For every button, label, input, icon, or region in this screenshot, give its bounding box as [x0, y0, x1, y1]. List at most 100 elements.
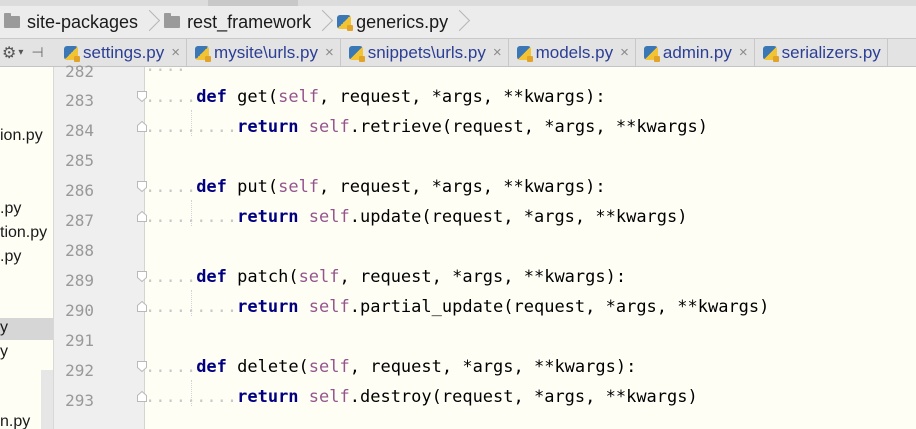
tab-snippets-urls[interactable]: snippets\urls.py × [341, 39, 509, 66]
tab-label: models.py [535, 42, 614, 62]
indent-guide [190, 380, 192, 406]
self-token: self [278, 177, 320, 197]
line-number: 288 [65, 241, 94, 260]
python-file-icon [64, 45, 80, 62]
tab-label: snippets\urls.py [367, 42, 486, 62]
chevron-down-icon[interactable]: ▾ [18, 47, 23, 58]
self-token: self [308, 357, 350, 377]
line-number: 293 [65, 391, 94, 410]
tab-label: serializers.py [781, 42, 881, 62]
tab-label: admin.py [662, 42, 732, 62]
close-icon[interactable]: × [171, 44, 180, 61]
python-file-icon [643, 45, 660, 62]
code-token: delete( [226, 357, 309, 377]
code-line: .....def patch(self, request, *args, **k… [145, 262, 626, 292]
breadcrumb-item-rest-framework[interactable]: rest_framework [160, 6, 333, 38]
editor-tab-bar: ⚙ ▾ ⊣ settings.py × mysite\urls.py × sni… [0, 39, 916, 67]
line-number-gutter: 282 283 284 285 286 287 288 289 290 291 292 293 [54, 64, 147, 429]
collapse-icon[interactable]: ⊣ [31, 44, 43, 61]
python-file-icon [348, 45, 365, 62]
indent-guide [190, 200, 192, 226]
code-line: ....""" [145, 67, 217, 81]
close-icon[interactable]: × [739, 44, 748, 61]
code-token: .update(request, *args, **kwargs) [349, 207, 688, 227]
code-editor[interactable]: ....""" .....def get(self, request, *arg… [145, 67, 916, 429]
breadcrumb-item-site-packages[interactable]: site-packages [0, 6, 160, 38]
folder-icon [4, 13, 20, 28]
line-number: 286 [65, 181, 94, 200]
indent-guide [190, 110, 192, 136]
tab-serializers[interactable]: serializers.py [755, 39, 888, 66]
keyword-token: return [237, 387, 299, 407]
project-tree-item[interactable]: .py [0, 200, 53, 218]
keyword-token: return [237, 297, 299, 317]
self-token: self [278, 87, 320, 107]
close-icon[interactable]: × [620, 44, 629, 61]
tab-models[interactable]: models.py × [509, 39, 636, 66]
code-token: , request, *args, **kwargs): [349, 357, 637, 377]
whitespace-dots: ..... [145, 357, 197, 377]
gear-icon[interactable]: ⚙ [2, 43, 16, 63]
project-tree-item[interactable]: y [0, 343, 53, 361]
close-icon[interactable]: × [325, 44, 334, 61]
self-token: self [298, 267, 340, 287]
tab-settings[interactable]: settings.py × [56, 39, 188, 66]
project-tree-item[interactable]: tion.py [0, 224, 53, 242]
code-token: .destroy(request, *args, **kwargs) [349, 387, 698, 407]
code-line: .........return self.destroy(request, *a… [145, 382, 698, 412]
keyword-token: def [196, 87, 227, 107]
python-file-icon [195, 45, 212, 62]
whitespace-dots: ..... [145, 87, 197, 107]
line-number: 291 [65, 331, 94, 350]
line-number: 287 [65, 211, 94, 230]
python-file-icon [337, 15, 354, 31]
project-tree-item[interactable]: y [0, 319, 53, 337]
code-line: .........return self.retrieve(request, *… [145, 112, 708, 142]
breadcrumb-label: site-packages [27, 11, 139, 32]
chevron-right-icon [319, 6, 327, 38]
keyword-token: def [196, 267, 227, 287]
tab-mysite-urls[interactable]: mysite\urls.py × [187, 39, 341, 66]
code-line: .........return self.update(request, *ar… [145, 202, 688, 232]
chevron-right-icon [146, 6, 154, 38]
code-token: .partial_update(request, *args, **kwargs… [349, 297, 770, 317]
python-file-icon [516, 45, 533, 62]
breadcrumb-item-generics[interactable]: generics.py [333, 6, 470, 38]
line-number: 284 [65, 121, 94, 140]
self-token: self [308, 117, 350, 137]
docstring-end: """ [186, 67, 217, 76]
code-token: , request, *args, **kwargs): [319, 177, 606, 197]
project-tree-item[interactable]: .py [0, 248, 53, 266]
code-token: patch( [226, 267, 299, 287]
chevron-right-icon [456, 6, 464, 38]
tab-admin[interactable]: admin.py × [636, 39, 755, 66]
project-tree-panel: ion.py .py tion.py .py y y n.py [0, 67, 54, 429]
line-number: 285 [65, 151, 94, 170]
code-token: put( [226, 177, 279, 197]
indent-guide [190, 290, 192, 316]
self-token: self [308, 207, 350, 227]
whitespace-dots: ..... [145, 267, 197, 287]
code-line: .........return self.partial_update(requ… [145, 292, 769, 322]
code-line: .....def put(self, request, *args, **kwa… [145, 172, 606, 202]
project-tree-item[interactable]: ion.py [0, 127, 53, 145]
self-token: self [308, 297, 350, 317]
keyword-token: def [196, 177, 227, 197]
code-token: .retrieve(request, *args, **kwargs) [349, 117, 708, 137]
tabs: settings.py × mysite\urls.py × snippets\… [56, 39, 888, 66]
code-line: .....def delete(self, request, *args, **… [145, 352, 636, 382]
line-number: 289 [65, 271, 94, 290]
folder-icon [164, 13, 181, 28]
tab-tools: ⚙ ▾ ⊣ [0, 39, 56, 66]
line-number: 290 [65, 301, 94, 320]
python-file-icon [762, 45, 779, 62]
close-icon[interactable]: × [493, 44, 502, 61]
line-number: 282 [65, 64, 94, 80]
code-token: get( [226, 87, 279, 107]
code-line: .....def get(self, request, *args, **kwa… [145, 82, 606, 112]
line-number: 283 [65, 91, 94, 110]
scrollbar[interactable] [41, 370, 53, 429]
